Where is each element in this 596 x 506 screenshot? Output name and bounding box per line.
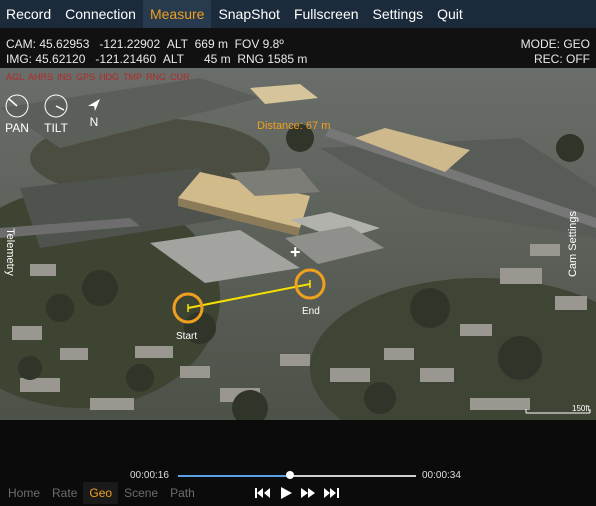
tab-path[interactable]: Path xyxy=(164,482,201,504)
tab-rate[interactable]: Rate xyxy=(46,482,83,504)
rng-value: 1585 m xyxy=(267,52,308,66)
menu-fullscreen[interactable]: Fullscreen xyxy=(287,0,366,28)
menu-bar: Record Connection Measure SnapShot Fulls… xyxy=(0,0,596,28)
img-alt-label: ALT xyxy=(162,52,184,66)
tab-home[interactable]: Home xyxy=(0,482,46,504)
image-info-row: IMG: 45.62120 -121.21460 ALT 45 m RNG 15… xyxy=(6,52,307,67)
alert-hdg: HDG xyxy=(99,72,120,82)
distance-readout: Distance: 67 m xyxy=(257,120,331,132)
start-label: Start xyxy=(176,331,198,342)
img-lat: 45.62120 xyxy=(35,52,86,66)
tab-geo[interactable]: Geo xyxy=(83,482,119,504)
img-label: IMG: xyxy=(6,52,32,66)
tilt-dial-icon xyxy=(44,94,68,118)
camera-info-row: CAM: 45.62953 -121.22902 ALT 669 m FOV 9… xyxy=(6,37,284,52)
pan-gauge: PAN xyxy=(5,94,29,135)
north-arrow-icon xyxy=(88,99,100,111)
fast-forward-icon[interactable] xyxy=(300,486,317,500)
north-label: N xyxy=(89,115,99,129)
mode-tabs: Home Rate Geo Scene Path xyxy=(0,482,201,504)
total-time: 00:00:34 xyxy=(422,470,461,481)
alert-rng: RNG xyxy=(146,72,167,82)
menu-snapshot[interactable]: SnapShot xyxy=(211,0,287,28)
telemetry-panel-tab[interactable]: Telemetry xyxy=(4,228,16,276)
fov-value: 9.8º xyxy=(262,37,284,51)
tilt-label: TILT xyxy=(44,121,68,135)
pan-dial-icon xyxy=(5,94,29,118)
rng-label: RNG xyxy=(237,52,264,66)
telemetry-info-bar: CAM: 45.62953 -121.22902 ALT 669 m FOV 9… xyxy=(0,28,596,68)
end-label: End xyxy=(302,306,320,317)
timeline-progress xyxy=(178,475,290,477)
timeline-thumb[interactable] xyxy=(286,471,294,479)
alert-agl: AGL xyxy=(6,72,25,82)
alert-tmp: TMP xyxy=(123,72,143,82)
cam-lat: 45.62953 xyxy=(39,37,90,51)
fov-label: FOV xyxy=(234,37,260,51)
cam-lon: -121.22902 xyxy=(99,37,161,51)
cam-label: CAM: xyxy=(6,37,36,51)
cam-alt-label: ALT xyxy=(166,37,188,51)
skip-back-icon[interactable] xyxy=(254,486,271,500)
transport-controls xyxy=(254,486,340,500)
alert-ahrs: AHRS xyxy=(28,72,54,82)
alert-gps: GPS xyxy=(76,72,96,82)
alert-indicators: AGL AHRS INS GPS HDG TMP RNG CUR xyxy=(6,72,190,82)
current-time: 00:00:16 xyxy=(130,470,169,481)
tilt-gauge: TILT xyxy=(44,94,68,135)
tab-scene[interactable]: Scene xyxy=(118,482,164,504)
scale-label: 150ft xyxy=(572,404,590,413)
menu-connection[interactable]: Connection xyxy=(58,0,143,28)
skip-forward-icon[interactable] xyxy=(323,486,340,500)
img-alt: 45 m xyxy=(203,52,231,66)
menu-record[interactable]: Record xyxy=(0,0,58,28)
menu-measure[interactable]: Measure xyxy=(142,0,212,28)
menu-settings[interactable]: Settings xyxy=(366,0,431,28)
rec-indicator: REC: OFF xyxy=(534,52,590,66)
pan-label: PAN xyxy=(5,121,29,135)
mode-indicator: MODE: GEO xyxy=(520,37,590,51)
menu-quit[interactable]: Quit xyxy=(430,0,470,28)
cam-alt: 669 m xyxy=(194,37,228,51)
play-icon[interactable] xyxy=(277,486,294,500)
cam-settings-panel-tab[interactable]: Cam Settings xyxy=(567,211,579,277)
alert-ins: INS xyxy=(57,72,73,82)
crosshair-icon: + xyxy=(290,242,301,262)
alert-cur: CUR xyxy=(170,72,190,82)
img-lon: -121.21460 xyxy=(95,52,157,66)
north-indicator: N xyxy=(86,98,102,129)
